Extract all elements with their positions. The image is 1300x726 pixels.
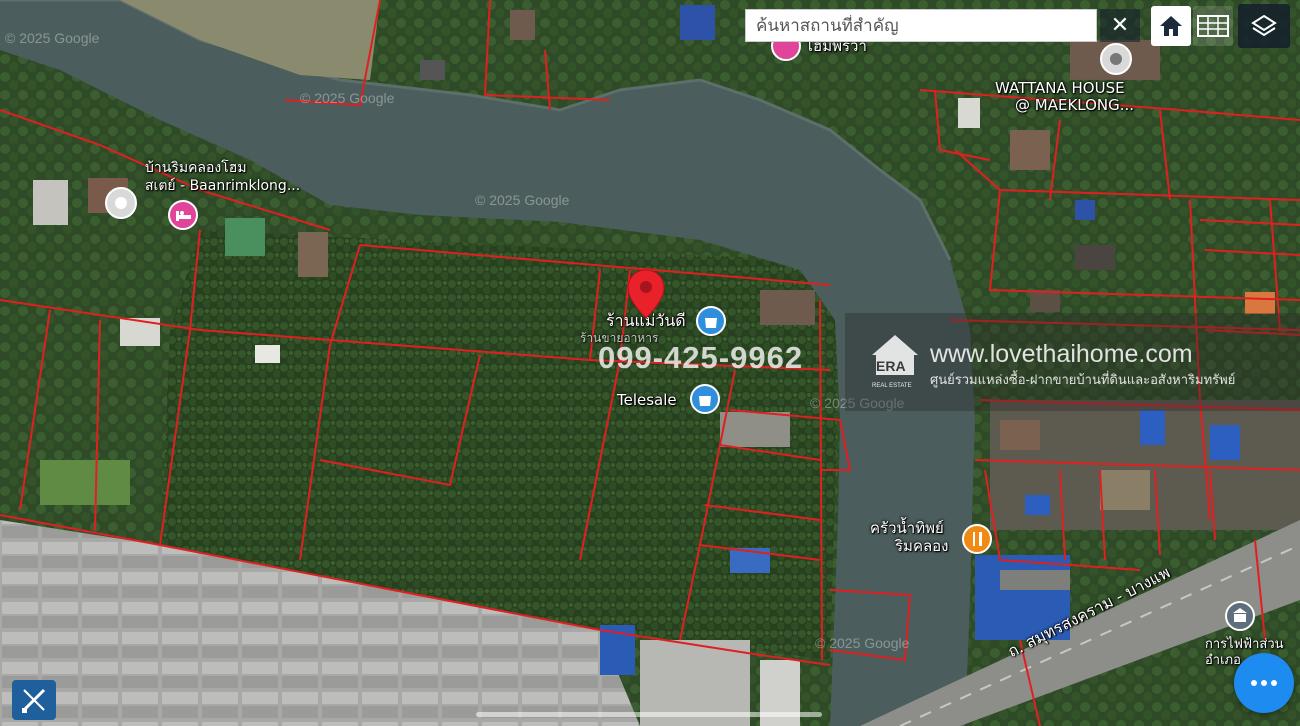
location-pin-icon[interactable] [626,268,666,320]
homestay-label-line2: สเตย์ - Baanrimklong... [145,178,301,194]
shop-sub-label: ร้านขายอาหาร [580,331,659,345]
watermark-url: www.lovethaihome.com [930,340,1193,368]
search-input[interactable] [754,14,1088,37]
layers-icon [1251,14,1277,37]
government-building-icon[interactable] [1224,600,1256,632]
copyright-watermark: © 2025 Google [475,192,570,208]
bottom-right-label-line1: การไฟฟ้าส่วน [1205,637,1284,652]
shop-bag-icon[interactable] [695,305,727,337]
home-icon [1160,16,1182,36]
wattana-label-line1: WATTANA HOUSE [995,79,1125,97]
hotel-icon[interactable] [167,199,199,231]
close-icon: ✕ [1110,13,1130,38]
more-options-button[interactable] [1234,653,1294,713]
place-marker-icon[interactable] [1099,42,1133,76]
horizontal-scrollbar[interactable] [476,712,822,717]
telesale-label: Telesale [617,391,677,409]
restaurant-label-line1: ครัวน้ำทิพย์ [870,519,944,537]
search-bar[interactable] [745,9,1097,42]
shop-bag-icon[interactable] [689,383,721,415]
era-brand-sub: REAL ESTATE [872,383,912,389]
parcel-grid-button[interactable] [1193,6,1233,46]
parcel-grid-icon [1197,15,1229,37]
watermark-tagline: ศูนย์รวมแหล่งซื้อ-ฝากขายบ้านที่ดินและอสั… [930,372,1236,387]
copyright-watermark: © 2025 Google [815,635,910,651]
restaurant-icon[interactable] [961,523,993,555]
clear-search-button[interactable]: ✕ [1100,9,1140,42]
home-button[interactable] [1151,6,1191,46]
ruler-pencil-icon [22,688,46,713]
homestay-label-line1: บ้านริมคลองโฮม [145,160,247,176]
measure-tool-button[interactable] [12,680,56,720]
layers-button[interactable] [1238,4,1290,48]
bottom-right-label-line2: อำเภอ [1205,653,1241,668]
wattana-label-line2: @ MAEKLONG... [1015,96,1135,114]
copyright-watermark: © 2025 Google [300,90,395,106]
copyright-watermark: © 2025 Google [5,30,100,46]
place-marker-icon[interactable] [104,186,138,220]
era-brand: ERA [876,358,906,374]
more-dots-icon [1251,680,1277,686]
restaurant-label-line2: ริมคลอง [895,537,949,555]
